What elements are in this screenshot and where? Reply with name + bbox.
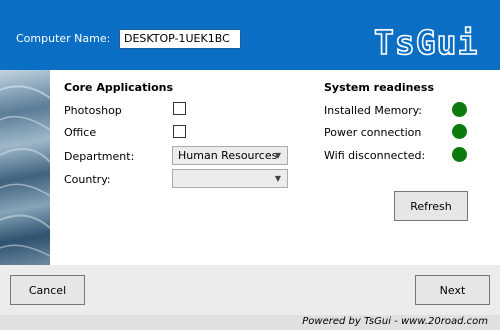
photoshop-label: Photoshop: [64, 104, 122, 117]
system-readiness-title: System readiness: [324, 81, 434, 94]
cancel-button[interactable]: Cancel: [10, 275, 85, 305]
svg-text:TsGui: TsGui: [374, 23, 478, 62]
chevron-down-icon: ▼: [274, 151, 281, 160]
department-value: Human Resources: [178, 149, 278, 162]
next-button[interactable]: Next: [415, 275, 490, 305]
installed-memory-label: Installed Memory:: [324, 104, 423, 117]
powered-by-text: Powered by TsGui - www.20road.com: [302, 316, 488, 327]
department-label: Department:: [64, 150, 135, 163]
wifi-status-label: Wifi disconnected:: [324, 149, 426, 162]
footer-bar: Cancel Next: [0, 265, 500, 315]
installed-memory-status-icon: [452, 102, 467, 117]
powered-by-bar: Powered by TsGui - www.20road.com: [0, 315, 500, 330]
sidebar-image: [0, 70, 50, 265]
header-bar: Computer Name: DESKTOP-1UEK1BC TsGui: [0, 0, 500, 70]
tsgui-logo: TsGui: [373, 22, 478, 62]
country-label: Country:: [64, 173, 111, 186]
main-content: Core Applications Photoshop Office Depar…: [50, 70, 500, 265]
office-checkbox[interactable]: [173, 125, 186, 138]
office-label: Office: [64, 126, 97, 139]
power-connection-status-icon: [452, 124, 467, 139]
photoshop-checkbox[interactable]: [173, 102, 186, 115]
country-dropdown[interactable]: ▼: [172, 169, 288, 188]
department-dropdown[interactable]: Human Resources ▼: [172, 146, 288, 165]
power-connection-label: Power connection: [324, 126, 422, 139]
wifi-status-icon: [452, 147, 467, 162]
chevron-down-icon: ▼: [274, 174, 281, 183]
refresh-button[interactable]: Refresh: [394, 191, 468, 221]
computer-name-label: Computer Name:: [16, 32, 111, 45]
computer-name-field[interactable]: DESKTOP-1UEK1BC: [119, 29, 241, 49]
core-applications-title: Core Applications: [64, 81, 174, 94]
